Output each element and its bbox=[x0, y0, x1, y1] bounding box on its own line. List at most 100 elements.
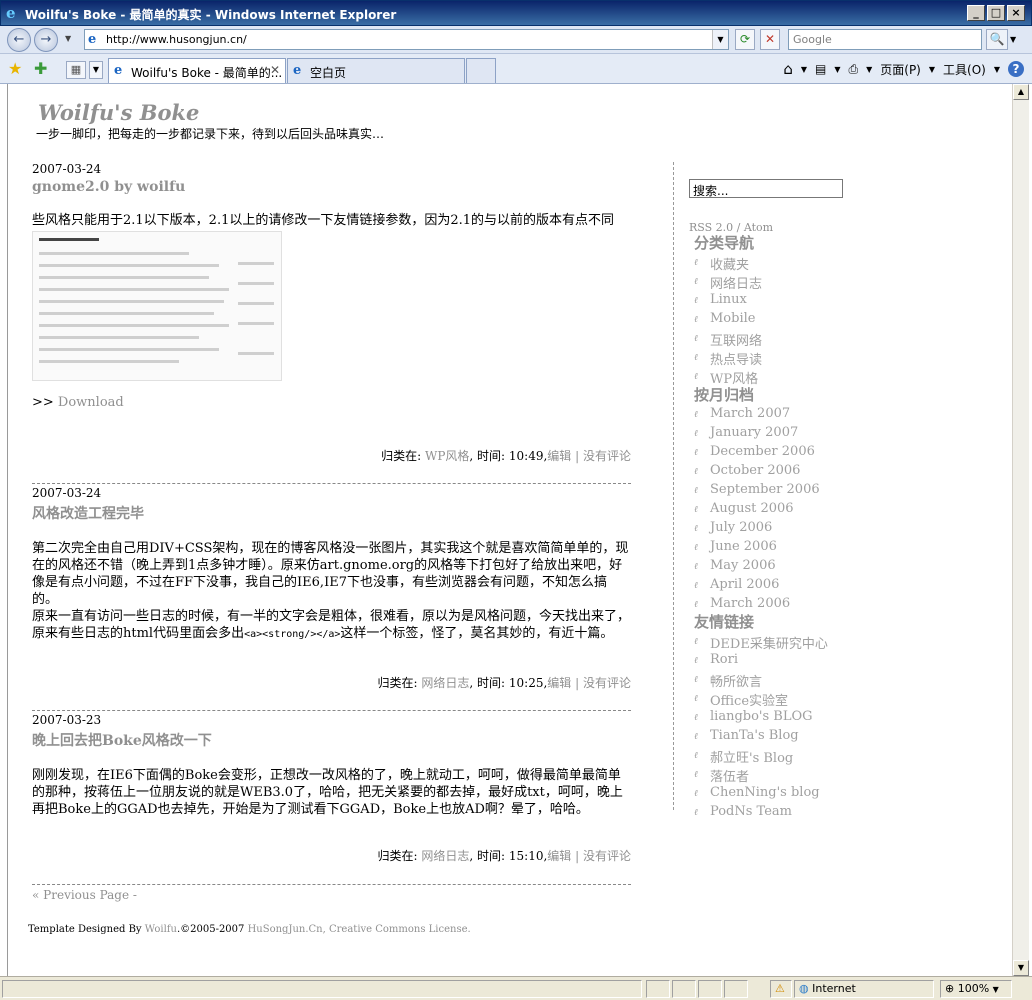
scroll-down-icon[interactable]: ▼ bbox=[1013, 960, 1029, 976]
tools-menu[interactable]: 工具(O) bbox=[943, 61, 986, 78]
archive-item[interactable]: ℓ April 2006 bbox=[694, 577, 820, 596]
friend-link-item[interactable]: ℓ liangbo's BLOG bbox=[694, 709, 828, 728]
help-button[interactable]: ? bbox=[1008, 61, 1024, 77]
post-paragraph: 原来一直有访问一些日志的时候，有一半的文字会是粗体，很难看，原以为是风格问题，今… bbox=[32, 608, 631, 643]
friend-link-item[interactable]: ℓ ChenNing's blog bbox=[694, 785, 828, 804]
bullet-icon: ℓ bbox=[694, 410, 698, 420]
bullet-icon: ℓ bbox=[694, 277, 698, 287]
category-item[interactable]: ℓ Linux bbox=[694, 292, 762, 311]
archive-item[interactable]: ℓ January 2007 bbox=[694, 425, 820, 444]
archive-item[interactable]: ℓ June 2006 bbox=[694, 539, 820, 558]
tab-woilfu[interactable]: e Woilfu's Boke - 最简单的... ✕ bbox=[108, 58, 286, 83]
friend-link-item[interactable]: ℓ TianTa's Blog bbox=[694, 728, 828, 747]
friend-link-item[interactable]: ℓ 落伍者 bbox=[694, 766, 828, 785]
edit-link[interactable]: 编辑 bbox=[547, 449, 571, 463]
screenshot-thumbnail[interactable] bbox=[32, 231, 282, 381]
page-menu[interactable]: 页面(P) bbox=[880, 61, 921, 78]
print-icon[interactable]: ⎙ bbox=[849, 62, 859, 77]
bullet-icon: ℓ bbox=[694, 751, 698, 761]
favorites-star-icon[interactable]: ★ bbox=[8, 59, 22, 78]
dropdown-icon[interactable]: ▼ bbox=[994, 65, 1000, 74]
back-button[interactable]: ← bbox=[7, 28, 31, 52]
comments-link[interactable]: 没有评论 bbox=[583, 449, 631, 463]
maximize-button[interactable]: □ bbox=[987, 5, 1005, 21]
download-link[interactable]: Download bbox=[58, 395, 124, 410]
archive-item[interactable]: ℓ March 2007 bbox=[694, 406, 820, 425]
comments-link[interactable]: 没有评论 bbox=[583, 676, 631, 690]
post-title[interactable]: 晚上回去把Boke风格改一下 bbox=[32, 730, 631, 750]
friend-link-item-label: TianTa's Blog bbox=[710, 728, 799, 743]
category-link[interactable]: 网络日志 bbox=[421, 676, 469, 690]
dropdown-icon[interactable]: ▼ bbox=[834, 65, 840, 74]
quick-tabs-icon[interactable]: ▦ bbox=[66, 61, 86, 79]
zone-indicator[interactable]: ◍ Internet bbox=[794, 980, 934, 998]
category-item[interactable]: ℓ 热点导读 bbox=[694, 349, 762, 368]
protected-mode-icon[interactable]: ⚠ bbox=[770, 980, 792, 998]
author-link[interactable]: Woilfu bbox=[145, 924, 177, 935]
new-tab-button[interactable] bbox=[466, 58, 496, 83]
archive-item[interactable]: ℓ May 2006 bbox=[694, 558, 820, 577]
search-options-icon[interactable]: ▼ bbox=[1010, 35, 1016, 44]
friend-link-item[interactable]: ℓ 郝立旺's Blog bbox=[694, 747, 828, 766]
category-item[interactable]: ℓ 互联网络 bbox=[694, 330, 762, 349]
address-dropdown-icon[interactable]: ▼ bbox=[712, 30, 728, 49]
blog-description: 一步一脚印，把每走的一步都记录下来，待到以后回头品味真实… bbox=[36, 127, 385, 141]
license-link[interactable]: Creative Commons License bbox=[329, 924, 468, 935]
edit-link[interactable]: 编辑 bbox=[547, 849, 571, 863]
tab-list-dropdown-icon[interactable]: ▼ bbox=[89, 61, 103, 79]
dropdown-icon[interactable]: ▼ bbox=[866, 65, 872, 74]
close-tab-icon[interactable]: ✕ bbox=[270, 63, 280, 77]
stop-button[interactable]: ✕ bbox=[760, 29, 780, 50]
edit-link[interactable]: 编辑 bbox=[547, 676, 571, 690]
archive-item[interactable]: ℓ September 2006 bbox=[694, 482, 820, 501]
archive-item[interactable]: ℓ August 2006 bbox=[694, 501, 820, 520]
close-window-button[interactable]: × bbox=[1007, 5, 1025, 21]
post-title[interactable]: gnome2.0 by woilfu bbox=[32, 179, 631, 195]
comments-link[interactable]: 没有评论 bbox=[583, 849, 631, 863]
status-text bbox=[2, 980, 642, 998]
feeds-icon[interactable]: ▤ bbox=[815, 62, 826, 76]
zoom-level: 100% bbox=[957, 982, 990, 995]
address-url[interactable]: http://www.husongjun.cn/ bbox=[106, 33, 247, 46]
category-item[interactable]: ℓ 网络日志 bbox=[694, 273, 762, 292]
archive-item[interactable]: ℓ October 2006 bbox=[694, 463, 820, 482]
scroll-up-icon[interactable]: ▲ bbox=[1013, 84, 1029, 100]
zoom-icon: ⊕ bbox=[945, 982, 955, 995]
category-item[interactable]: ℓ 收藏夹 bbox=[694, 254, 762, 273]
window-titlebar[interactable]: e Woilfu's Boke - 最简单的真实 - Windows Inter… bbox=[0, 0, 1032, 26]
friend-link-item[interactable]: ℓ PodNs Team bbox=[694, 804, 828, 823]
friend-link-item[interactable]: ℓ DEDE采集研究中心 bbox=[694, 633, 828, 652]
friend-link-item-label: DEDE采集研究中心 bbox=[710, 637, 828, 652]
history-dropdown-icon[interactable]: ▼ bbox=[65, 34, 71, 43]
category-link[interactable]: WP风格 bbox=[425, 449, 469, 463]
category-item-label: 网络日志 bbox=[710, 277, 763, 292]
archive-item[interactable]: ℓ July 2006 bbox=[694, 520, 820, 539]
vertical-scrollbar[interactable]: ▲ ▼ bbox=[1012, 84, 1029, 976]
blog-title[interactable]: Woilfu's Boke bbox=[38, 100, 199, 125]
category-item[interactable]: ℓ Mobile bbox=[694, 311, 762, 330]
category-link[interactable]: 网络日志 bbox=[421, 849, 469, 863]
forward-button[interactable]: → bbox=[34, 28, 58, 52]
tab-blank[interactable]: e 空白页 bbox=[287, 58, 465, 83]
friend-link-item[interactable]: ℓ Rori bbox=[694, 652, 828, 671]
archive-item[interactable]: ℓ December 2006 bbox=[694, 444, 820, 463]
dropdown-icon[interactable]: ▼ bbox=[929, 65, 935, 74]
pagination: « Previous Page - bbox=[32, 888, 137, 902]
address-bar[interactable]: e http://www.husongjun.cn/ ▼ bbox=[84, 29, 729, 50]
search-input[interactable]: Google bbox=[788, 29, 982, 50]
post: 2007-03-23 晚上回去把Boke风格改一下 刚刚发现，在IE6下面偶的B… bbox=[32, 713, 631, 863]
dropdown-icon[interactable]: ▼ bbox=[801, 65, 807, 74]
minimize-button[interactable]: _ bbox=[967, 5, 985, 21]
zoom-control[interactable]: ⊕ 100% ▼ bbox=[940, 980, 1012, 998]
previous-page-link[interactable]: « Previous Page bbox=[32, 888, 129, 902]
zone-label: Internet bbox=[812, 982, 856, 995]
friend-link-item[interactable]: ℓ Office实验室 bbox=[694, 690, 828, 709]
site-link[interactable]: HuSongJun.Cn bbox=[248, 924, 323, 935]
home-icon[interactable]: ⌂ bbox=[783, 60, 793, 78]
friend-link-item[interactable]: ℓ 畅所欲言 bbox=[694, 671, 828, 690]
sidebar-search-input[interactable]: 搜索... bbox=[689, 179, 843, 198]
post-title[interactable]: 风格改造工程完毕 bbox=[32, 503, 631, 523]
add-favorite-icon[interactable]: ✚ bbox=[34, 59, 47, 78]
search-button[interactable]: 🔍 bbox=[986, 29, 1008, 50]
refresh-button[interactable]: ⟳ bbox=[735, 29, 755, 50]
